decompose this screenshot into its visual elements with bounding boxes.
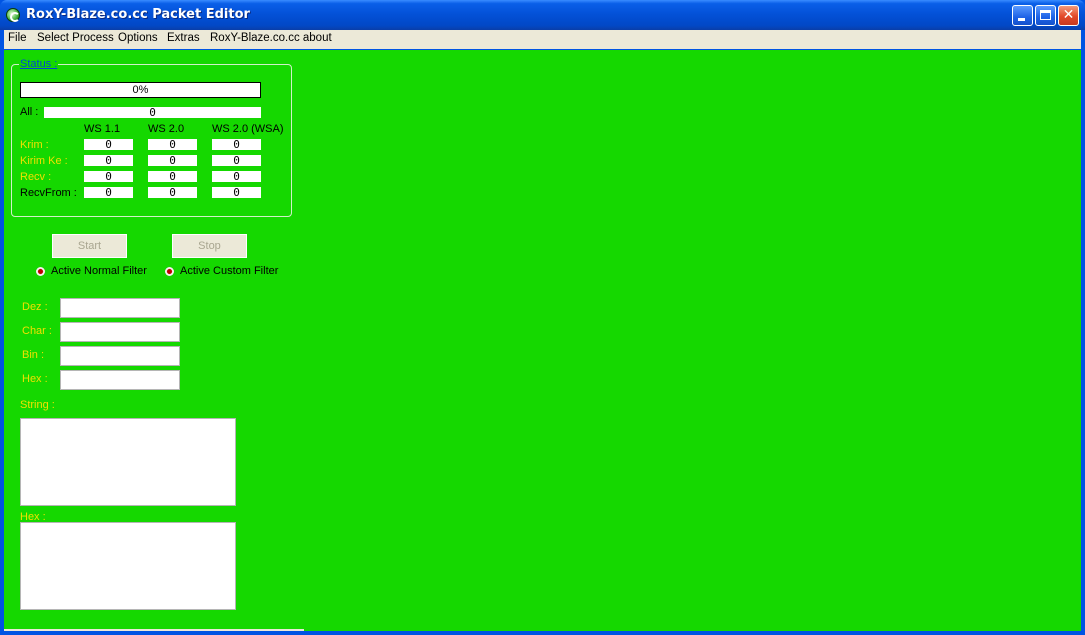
kirimke-ws11: 0 bbox=[84, 155, 133, 166]
bin-field[interactable] bbox=[60, 346, 180, 366]
krim-wsa: 0 bbox=[212, 139, 261, 150]
all-label: All : bbox=[20, 106, 39, 118]
col-ws11: WS 1.1 bbox=[84, 123, 121, 135]
krim-ws20: 0 bbox=[148, 139, 197, 150]
recv-ws20: 0 bbox=[148, 171, 197, 182]
all-value: 0 bbox=[44, 107, 261, 118]
custom-filter-radio-icon[interactable] bbox=[165, 267, 174, 276]
recvfrom-ws11: 0 bbox=[84, 187, 133, 198]
close-icon: ✕ bbox=[1062, 7, 1075, 23]
kirimke-wsa: 0 bbox=[212, 155, 261, 166]
minimize-button[interactable] bbox=[1012, 5, 1033, 26]
recvfrom-wsa: 0 bbox=[212, 187, 261, 198]
row-recvfrom-label: RecvFrom : bbox=[20, 187, 77, 199]
close-button[interactable]: ✕ bbox=[1058, 5, 1079, 26]
row-kirimke-label: Kirim Ke : bbox=[20, 155, 68, 167]
menu-select-process[interactable]: Select Process bbox=[37, 32, 114, 44]
krim-ws11: 0 bbox=[84, 139, 133, 150]
window-title: RoxY-Blaze.co.cc Packet Editor bbox=[26, 7, 250, 22]
app-window: RoxY-Blaze.co.cc Packet Editor ✕ File Se… bbox=[0, 0, 1085, 635]
hex-field[interactable] bbox=[60, 370, 180, 390]
dez-field[interactable] bbox=[60, 298, 180, 318]
start-button[interactable]: Start bbox=[52, 234, 127, 258]
menu-bar: File Select Process Options Extras RoxY-… bbox=[4, 30, 1081, 49]
recvfrom-ws20: 0 bbox=[148, 187, 197, 198]
progress-bar: 0% bbox=[20, 82, 261, 98]
hex-label: Hex : bbox=[22, 373, 48, 385]
string-textarea[interactable] bbox=[20, 418, 236, 506]
dez-label: Dez : bbox=[22, 301, 48, 313]
stop-button[interactable]: Stop bbox=[172, 234, 247, 258]
menu-options[interactable]: Options bbox=[118, 32, 158, 44]
bin-label: Bin : bbox=[22, 349, 45, 361]
bottom-strip bbox=[4, 629, 304, 631]
minimize-icon bbox=[1018, 18, 1025, 21]
maximize-button[interactable] bbox=[1035, 5, 1056, 26]
title-bar[interactable]: RoxY-Blaze.co.cc Packet Editor ✕ bbox=[0, 0, 1085, 30]
app-icon[interactable] bbox=[6, 8, 20, 22]
status-group-label: Status : bbox=[19, 58, 59, 70]
maximize-icon bbox=[1040, 10, 1051, 20]
hex-textarea[interactable] bbox=[20, 522, 236, 610]
kirimke-ws20: 0 bbox=[148, 155, 197, 166]
menu-file[interactable]: File bbox=[8, 32, 27, 44]
main-client-area: Status : 0% All : 0 WS 1.1 WS 2.0 WS 2.0… bbox=[4, 50, 1081, 631]
col-ws20: WS 2.0 bbox=[148, 123, 185, 135]
menu-extras[interactable]: Extras bbox=[167, 32, 200, 44]
row-krim-label: Krim : bbox=[20, 139, 49, 151]
string-label: String : bbox=[20, 399, 55, 411]
normal-filter-label[interactable]: Active Normal Filter bbox=[51, 265, 147, 277]
custom-filter-label[interactable]: Active Custom Filter bbox=[180, 265, 278, 277]
row-recv-label: Recv : bbox=[20, 171, 52, 183]
char-field[interactable] bbox=[60, 322, 180, 342]
normal-filter-radio-icon[interactable] bbox=[36, 267, 45, 276]
char-label: Char : bbox=[22, 325, 52, 337]
recv-wsa: 0 bbox=[212, 171, 261, 182]
col-ws20-wsa: WS 2.0 (WSA) bbox=[212, 123, 284, 135]
menu-about[interactable]: RoxY-Blaze.co.cc about bbox=[210, 32, 332, 44]
recv-ws11: 0 bbox=[84, 171, 133, 182]
